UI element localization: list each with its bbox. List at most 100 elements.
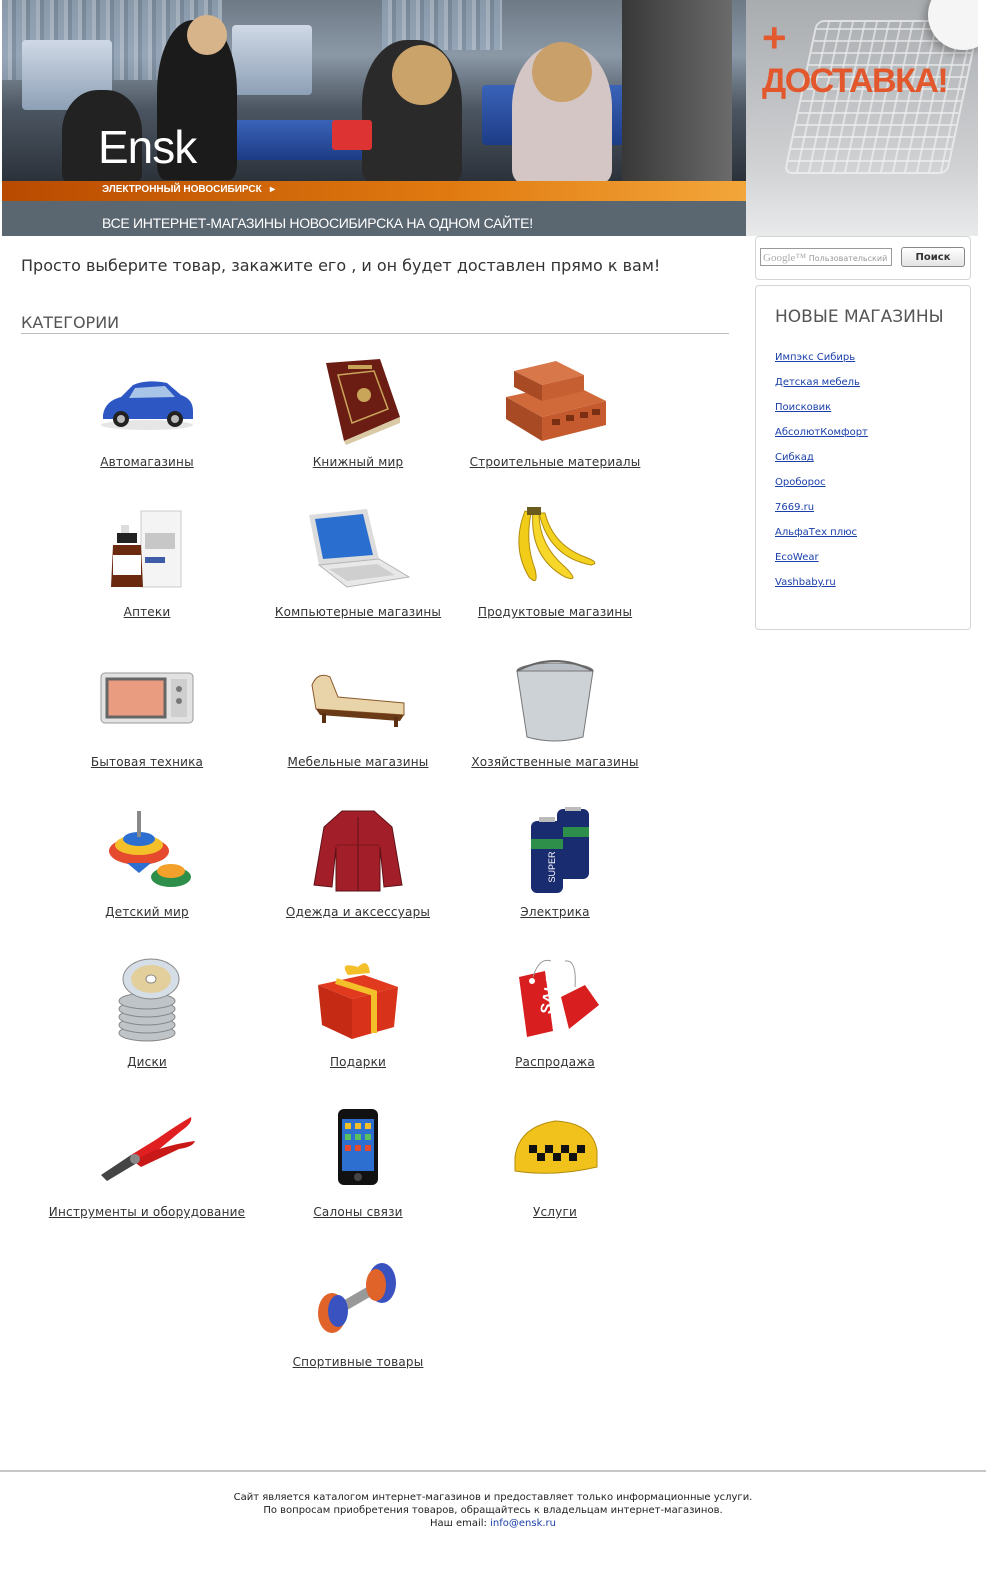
list-item: EcoWear [775, 552, 868, 577]
dumbbell-icon [308, 1257, 408, 1347]
list-item: Сибкад [775, 452, 868, 477]
site-logo[interactable]: Ensk [98, 120, 197, 174]
email-label: Наш email: [430, 1518, 487, 1529]
discs-icon [97, 957, 197, 1047]
category-link[interactable]: Салоны связи [313, 1205, 402, 1219]
email-link[interactable]: info@ensk.ru [490, 1518, 556, 1529]
category-link[interactable]: Строительные материалы [470, 455, 641, 469]
shop-link[interactable]: Vashbaby.ru [775, 577, 836, 588]
shop-link[interactable]: Поисковик [775, 402, 831, 413]
category-kids[interactable]: Детский мир [42, 807, 252, 920]
footer-line-1: Сайт является каталогом интернет-магазин… [233, 1492, 753, 1503]
category-link[interactable]: Подарки [330, 1055, 386, 1069]
category-link[interactable]: Автомагазины [100, 455, 194, 469]
list-item: АбсолютКомфорт [775, 427, 868, 452]
sofa-icon [308, 657, 408, 747]
category-building-materials[interactable]: Строительные материалы [450, 357, 660, 470]
new-shops-title: НОВЫЕ МАГАЗИНЫ [775, 307, 944, 327]
category-link[interactable]: Диски [127, 1055, 167, 1069]
category-link[interactable]: Услуги [533, 1205, 577, 1219]
category-clothing[interactable]: Одежда и аксессуары [253, 807, 463, 920]
list-item: АльфаТех плюс [775, 527, 868, 552]
category-mobile-stores[interactable]: Салоны связи [253, 1107, 463, 1220]
category-link[interactable]: Спортивные товары [293, 1355, 424, 1369]
car-icon [97, 357, 197, 447]
taxi-sign-icon [505, 1107, 605, 1197]
list-item: 7669.ru [775, 502, 868, 527]
category-sale[interactable]: SALE! Распродажа [450, 957, 660, 1070]
shop-link[interactable]: АльфаТех плюс [775, 527, 857, 538]
bananas-icon [505, 507, 605, 597]
phone-icon [308, 1107, 408, 1197]
search-input[interactable]: Google™ Пользовательский [760, 248, 892, 266]
category-link[interactable]: Компьютерные магазины [275, 605, 441, 619]
footer: Сайт является каталогом интернет-магазин… [0, 1491, 986, 1530]
search-box: Google™ Пользовательский Поиск [755, 236, 971, 280]
shop-link[interactable]: АбсолютКомфорт [775, 427, 868, 438]
tagline: ЭЛЕКТРОННЫЙ НОВОСИБИРСК [102, 184, 262, 195]
promo-text: ДОСТАВКА! [762, 62, 949, 100]
category-link[interactable]: Распродажа [515, 1055, 595, 1069]
category-link[interactable]: Одежда и аксессуары [286, 905, 430, 919]
jacket-icon [308, 807, 408, 897]
category-furniture[interactable]: Мебельные магазины [253, 657, 463, 770]
gift-icon [308, 957, 408, 1047]
list-item: Детская мебель [775, 377, 868, 402]
bucket-icon [505, 657, 605, 747]
category-autostores[interactable]: Автомагазины [42, 357, 252, 470]
category-link[interactable]: Мебельные магазины [288, 755, 429, 769]
category-link[interactable]: Инструменты и оборудование [49, 1205, 245, 1219]
delivery-promo[interactable]: + ДОСТАВКА! [746, 0, 978, 236]
slogan: ВСЕ ИНТЕРНЕТ-МАГАЗИНЫ НОВОСИБИРСКА НА ОД… [102, 215, 533, 231]
category-gifts[interactable]: Подарки [253, 957, 463, 1070]
shop-link[interactable]: Детская мебель [775, 377, 860, 388]
category-services[interactable]: Услуги [450, 1107, 660, 1220]
category-link[interactable]: Продуктовые магазины [478, 605, 632, 619]
category-books[interactable]: Книжный мир [253, 357, 463, 470]
category-discs[interactable]: Диски [42, 957, 252, 1070]
category-appliances[interactable]: Бытовая техника [42, 657, 252, 770]
category-tools[interactable]: Инструменты и оборудование [42, 1107, 252, 1220]
book-icon [308, 357, 408, 447]
category-link[interactable]: Электрика [520, 905, 590, 919]
spinning-top-icon [97, 807, 197, 897]
google-logo: Google™ [763, 252, 807, 264]
promo-plus: + [762, 14, 787, 61]
medicine-icon [97, 507, 197, 597]
category-pharmacies[interactable]: Аптеки [42, 507, 252, 620]
shop-link[interactable]: 7669.ru [775, 502, 814, 513]
shop-link[interactable]: Ороборос [775, 477, 826, 488]
new-shops-list: Импэкс Сибирь Детская мебель Поисковик А… [775, 352, 868, 602]
category-computers[interactable]: Компьютерные магазины [253, 507, 463, 620]
list-item: Поисковик [775, 402, 868, 427]
category-electrical[interactable]: SUPER Электрика [450, 807, 660, 920]
category-link[interactable]: Детский мир [105, 905, 189, 919]
search-placeholder: Пользовательский [808, 254, 888, 263]
category-link[interactable]: Аптеки [124, 605, 171, 619]
search-button[interactable]: Поиск [901, 247, 965, 267]
shop-link[interactable]: EcoWear [775, 552, 819, 563]
sale-tag-icon: SALE! [505, 957, 605, 1047]
laptop-icon [303, 507, 413, 597]
category-sports[interactable]: Спортивные товары [253, 1257, 463, 1370]
header-banner: Ensk ЭЛЕКТРОННЫЙ НОВОСИБИРСК ▸ ВСЕ ИНТЕР… [2, 0, 746, 236]
logo-text: Ensk [98, 121, 197, 173]
list-item: Импэкс Сибирь [775, 352, 868, 377]
slogan-bar: ВСЕ ИНТЕРНЕТ-МАГАЗИНЫ НОВОСИБИРСКА НА ОД… [2, 201, 746, 236]
footer-divider [0, 1470, 986, 1472]
category-household[interactable]: Хозяйственные магазины [450, 657, 660, 770]
intro-text: Просто выберите товар, закажите его , и … [21, 256, 661, 275]
microwave-icon [97, 657, 197, 747]
tagline-strip: ЭЛЕКТРОННЫЙ НОВОСИБИРСК ▸ [2, 181, 746, 201]
list-item: Ороборос [775, 477, 868, 502]
chevron-right-icon: ▸ [270, 184, 276, 195]
new-shops-panel: НОВЫЕ МАГАЗИНЫ Импэкс Сибирь Детская меб… [755, 285, 971, 630]
category-link[interactable]: Бытовая техника [91, 755, 203, 769]
svg-text:SUPER: SUPER [547, 851, 557, 883]
category-groceries[interactable]: Продуктовые магазины [450, 507, 660, 620]
category-link[interactable]: Хозяйственные магазины [471, 755, 638, 769]
category-link[interactable]: Книжный мир [313, 455, 404, 469]
shop-link[interactable]: Сибкад [775, 452, 814, 463]
footer-line-3: Наш email: info@ensk.ru [0, 1517, 986, 1530]
shop-link[interactable]: Импэкс Сибирь [775, 352, 855, 363]
